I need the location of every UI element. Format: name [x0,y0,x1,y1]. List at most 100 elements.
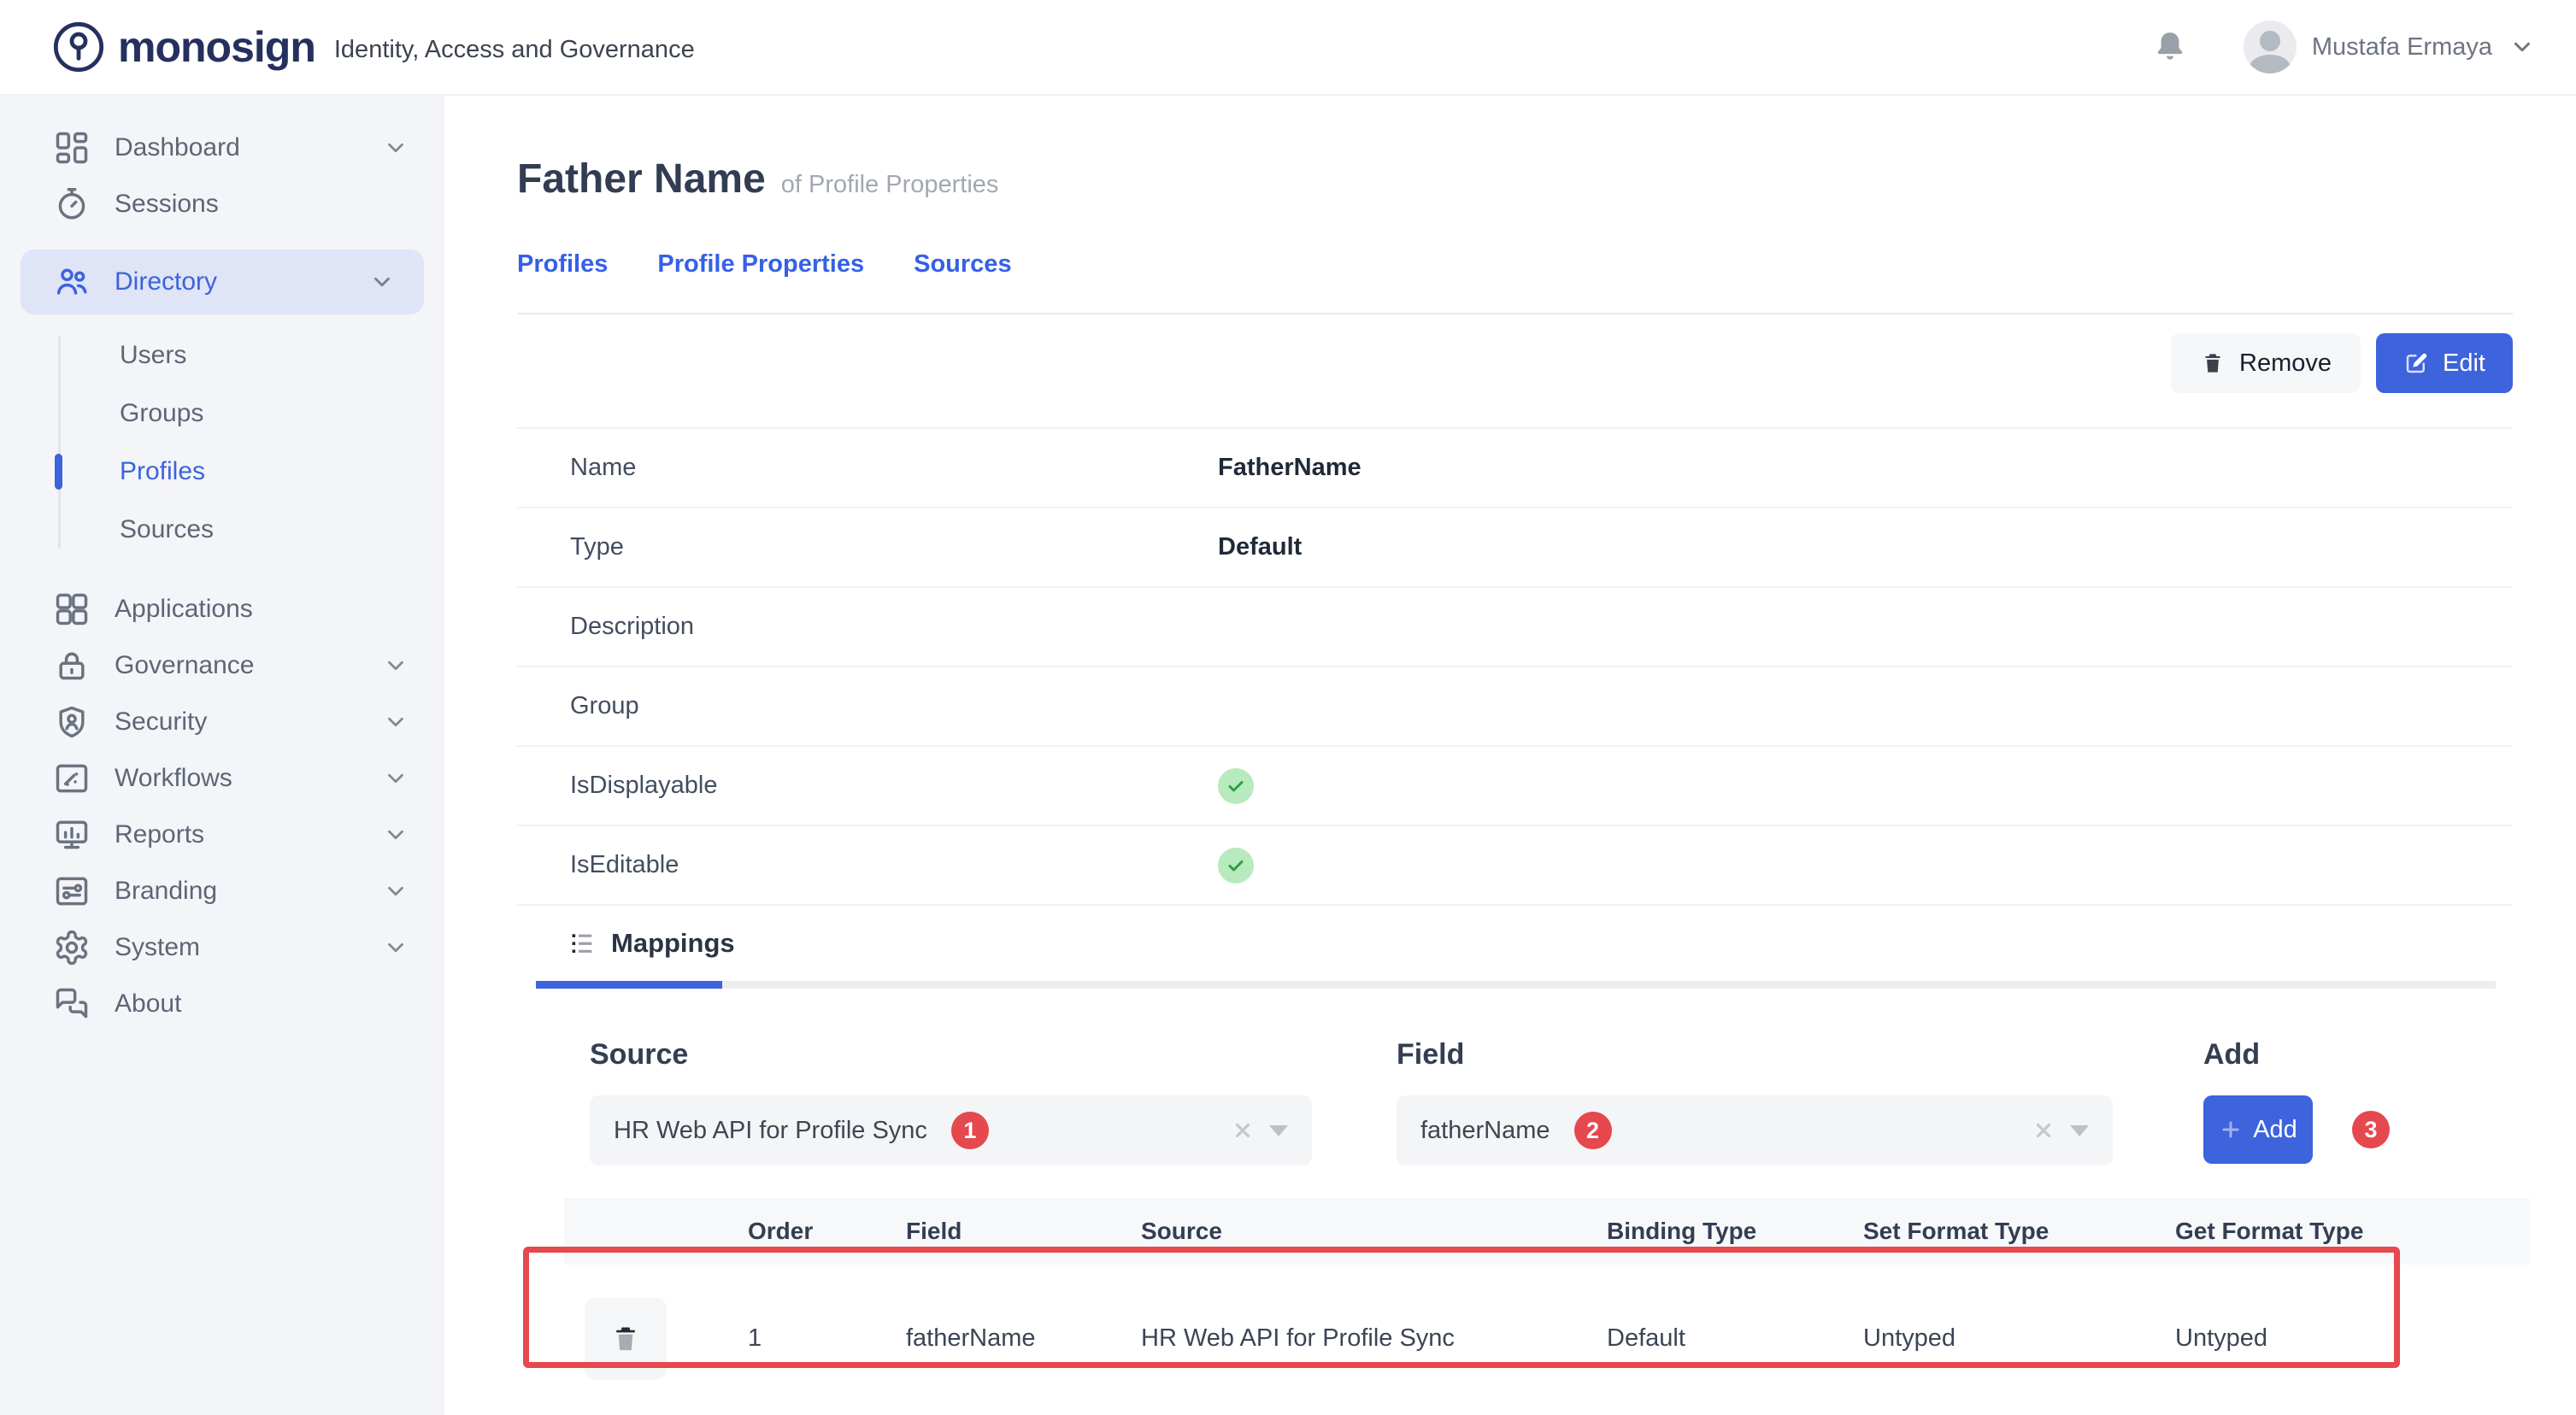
select-controls [1232,1119,1288,1142]
cell-field: fatherName [906,1324,1141,1353]
sidebar-item-system[interactable]: System [0,919,444,976]
detail-label: IsDisplayable [570,772,1218,800]
sidebar-item-reports[interactable]: Reports [0,807,444,863]
tab-profiles[interactable]: Profiles [517,250,608,279]
directory-submenu: Users Groups Profiles Sources [0,326,444,559]
table-row: 1 fatherName HR Web API for Profile Sync… [564,1265,2530,1412]
col-header-set-format-type: Set Format Type [1863,1218,2175,1245]
detail-label: Type [570,533,1218,561]
chevron-down-icon [383,766,409,791]
mappings-tab-active-indicator [536,981,722,989]
detail-row-group: Group [517,667,2513,747]
sidebar-item-label: Security [115,708,383,737]
app-header: monosign Identity, Access and Governance… [0,0,2576,96]
checked-badge [1218,848,1254,884]
applications-grid-icon [53,590,91,628]
delete-mapping-button[interactable] [585,1298,667,1380]
detail-label: Description [570,613,1218,641]
main-content: Father Name of Profile Properties Profil… [444,96,2576,1415]
brand-logo[interactable]: monosign Identity, Access and Governance [51,20,695,74]
edit-button[interactable]: Edit [2376,333,2513,393]
dashboard-icon [53,129,91,167]
brand-tagline: Identity, Access and Governance [334,36,695,64]
col-header-field: Field [906,1218,1141,1245]
tabs-divider [517,313,2513,314]
add-mapping-button[interactable]: Add [2203,1095,2313,1164]
chevron-down-icon [383,653,409,678]
cell-source: HR Web API for Profile Sync [1141,1324,1607,1353]
chevron-down-icon [383,878,409,904]
field-select-value: fatherName [1420,1117,1550,1145]
reports-monitor-icon [53,816,91,854]
user-menu-chevron-down-icon[interactable] [2509,34,2535,60]
detail-label: Group [570,692,1218,720]
sidebar-item-governance[interactable]: Governance [0,637,444,694]
sidebar-item-about[interactable]: About [0,976,444,1032]
header-right: Mustafa Ermaya [2151,21,2535,73]
detail-label: Name [570,454,1218,482]
sidebar-item-sessions[interactable]: Sessions [0,176,444,232]
mappings-tab-label: Mappings [611,928,735,959]
sidebar-item-dashboard[interactable]: Dashboard [0,120,444,176]
sidebar: Dashboard Sessions Directory Users Group… [0,96,444,1415]
sidebar-lower-group: Applications Governance Security Workflo… [0,581,444,1032]
sidebar-item-profiles[interactable]: Profiles [0,443,444,501]
chevron-down-icon [369,269,395,295]
sessions-stopwatch-icon [53,185,91,223]
avatar-head [2260,31,2280,51]
clear-x-icon[interactable] [2032,1119,2055,1142]
sidebar-item-label: Branding [115,877,383,906]
sidebar-item-groups[interactable]: Groups [0,385,444,443]
detail-value: FatherName [1218,454,1362,482]
sidebar-item-branding[interactable]: Branding [0,863,444,919]
col-header-source: Source [1141,1218,1607,1245]
source-select-value: HR Web API for Profile Sync [614,1117,927,1145]
sidebar-item-directory[interactable]: Directory [21,250,424,314]
property-details: Name FatherName Type Default Description… [517,427,2513,906]
sidebar-item-label: Sources [120,515,214,544]
detail-value: Default [1218,533,1302,561]
chevron-down-icon [383,822,409,848]
field-select[interactable]: fatherName 2 [1397,1095,2113,1165]
list-icon [568,930,596,957]
add-button-label: Add [2253,1116,2297,1144]
workflows-wand-icon [53,760,91,797]
check-icon [1226,855,1246,876]
pencil-edit-icon [2403,350,2429,376]
clear-x-icon[interactable] [1232,1119,1254,1142]
annotation-badge-3: 3 [2352,1111,2390,1148]
tab-mappings[interactable]: Mappings [517,928,2513,959]
mapping-form: Source HR Web API for Profile Sync 1 Fie… [590,1038,2513,1165]
sidebar-item-label: Governance [115,651,383,680]
system-gear-icon [53,929,91,966]
actions-bar: Remove Edit [517,333,2513,393]
trash-icon [609,1323,642,1355]
chevron-down-icon [383,709,409,735]
sidebar-item-label: Sessions [115,190,409,219]
dropdown-caret-icon[interactable] [2070,1125,2089,1136]
sidebar-item-applications[interactable]: Applications [0,581,444,637]
source-select[interactable]: HR Web API for Profile Sync 1 [590,1095,1312,1165]
tab-profile-properties[interactable]: Profile Properties [657,250,864,279]
cell-set-format-type: Untyped [1863,1324,2175,1353]
user-avatar[interactable] [2244,21,2297,73]
monosign-logo-icon [51,20,106,74]
detail-row-type: Type Default [517,508,2513,588]
detail-row-description: Description [517,588,2513,667]
detail-row-name: Name FatherName [517,429,2513,508]
avatar-body [2250,55,2291,73]
plus-icon [2219,1118,2243,1142]
page-title-row: Father Name of Profile Properties [517,156,2513,203]
sidebar-item-security[interactable]: Security [0,694,444,750]
field-heading: Field [1397,1038,2203,1072]
sidebar-item-label: System [115,933,383,962]
sidebar-item-sources[interactable]: Sources [0,501,444,559]
user-name: Mustafa Ermaya [2312,33,2492,62]
sidebar-item-users[interactable]: Users [0,326,444,385]
sidebar-item-workflows[interactable]: Workflows [0,750,444,807]
dropdown-caret-icon[interactable] [1269,1125,1288,1136]
notifications-bell-icon[interactable] [2151,28,2189,66]
remove-button[interactable]: Remove [2171,333,2361,393]
tab-sources[interactable]: Sources [914,250,1011,279]
sidebar-item-label: Dashboard [115,133,383,162]
